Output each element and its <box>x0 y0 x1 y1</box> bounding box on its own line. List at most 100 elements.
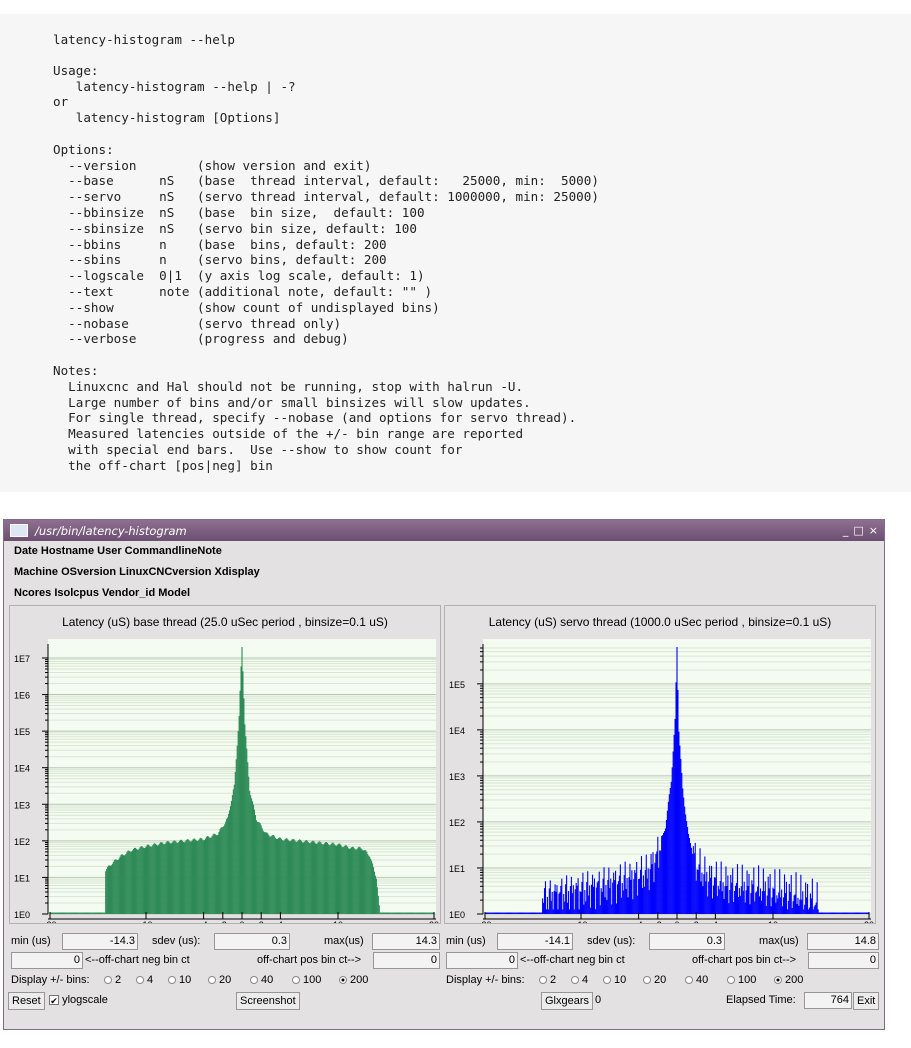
maximize-icon[interactable]: □ <box>853 524 863 537</box>
histogram-baseline <box>855 912 857 914</box>
histogram-baseline <box>66 912 68 914</box>
histogram-bar <box>698 864 700 914</box>
histogram-bar <box>610 878 612 914</box>
histogram-baseline <box>840 912 842 914</box>
histogram-bar <box>112 861 114 914</box>
histogram-bar <box>614 880 616 914</box>
bins-radio-2[interactable]: 2 <box>104 974 121 986</box>
histogram-baseline <box>386 912 388 914</box>
histogram-bar <box>577 878 579 914</box>
histogram-bar <box>281 840 283 914</box>
histogram-baseline <box>841 912 843 914</box>
histogram-bar <box>602 878 604 914</box>
servo-bins-label: Display +/- bins: <box>446 974 525 986</box>
histogram-bar <box>177 842 179 914</box>
close-icon[interactable]: × <box>869 524 878 537</box>
histogram-bar <box>282 840 284 914</box>
histogram-baseline <box>496 912 499 914</box>
histogram-bar <box>660 850 662 914</box>
histogram-bar <box>126 852 128 914</box>
histogram-bar <box>204 838 207 914</box>
bins-radio-100[interactable]: 100 <box>292 974 321 986</box>
minimize-icon[interactable]: _ <box>843 524 849 537</box>
help-line: --show (show count of undisplayed bins) <box>53 299 440 315</box>
bins-radio-200[interactable]: 200 <box>339 974 368 986</box>
bins-radio-2[interactable]: 2 <box>539 974 556 986</box>
histogram-bar <box>605 884 607 914</box>
histogram-bar <box>241 647 243 914</box>
histogram-bar <box>212 834 214 914</box>
histogram-bar <box>658 867 660 914</box>
histogram-bar <box>701 872 703 914</box>
histogram-bar <box>276 838 279 914</box>
histogram-bar <box>555 891 557 914</box>
radio-label: 20 <box>654 974 667 986</box>
radio-dot-icon <box>339 976 347 984</box>
histogram-baseline <box>64 912 66 914</box>
bins-radio-10[interactable]: 10 <box>168 974 191 986</box>
histogram-baseline <box>521 912 523 914</box>
base-pos-label: off-chart pos bin ct--> <box>257 954 362 966</box>
histogram-bar <box>371 860 373 914</box>
help-line: latency-histogram [Options] <box>53 110 281 126</box>
help-line: --version (show version and exit) <box>53 157 372 173</box>
histogram-bar <box>757 886 759 914</box>
histogram-bar <box>766 895 768 914</box>
histogram-baseline <box>382 912 384 914</box>
histogram-bar <box>638 879 640 914</box>
screenshot-button[interactable]: Screenshot <box>236 992 300 1010</box>
bins-radio-20[interactable]: 20 <box>643 974 666 986</box>
base-pos-ct: 0 <box>373 952 440 969</box>
bins-radio-20[interactable]: 20 <box>208 974 231 986</box>
glxgears-button[interactable]: Glxgears <box>541 992 594 1010</box>
histogram-baseline <box>495 912 497 914</box>
window-titlebar[interactable]: /usr/bin/latency-histogram _ □ × <box>4 520 884 541</box>
radio-dot-icon <box>685 976 693 984</box>
bins-radio-10[interactable]: 10 <box>603 974 626 986</box>
exit-button[interactable]: Exit <box>853 992 880 1010</box>
histogram-bar <box>173 840 175 914</box>
histogram-baseline <box>492 912 494 914</box>
elapsed-time-value: 764 <box>804 992 852 1009</box>
histogram-bar <box>771 897 773 914</box>
histogram-bar <box>158 843 160 914</box>
histogram-bar <box>132 848 135 914</box>
histogram-baseline <box>495 912 498 914</box>
bins-radio-40[interactable]: 40 <box>685 974 708 986</box>
help-command: latency-histogram --help <box>53 32 235 47</box>
histogram-bar <box>629 863 631 914</box>
histogram-bar <box>138 848 140 914</box>
histogram-baseline <box>498 912 500 914</box>
histogram-bar <box>552 909 554 914</box>
histogram-baseline <box>401 912 403 914</box>
histogram-bar <box>238 715 240 914</box>
y-tick-label: 1E1 <box>449 864 465 874</box>
bins-radio-40[interactable]: 40 <box>250 974 273 986</box>
radio-label: 10 <box>179 974 192 986</box>
y-tick-label: 1E7 <box>14 654 30 664</box>
ylogscale-checkbox-wrap[interactable]: ✔ ylogscale <box>49 994 108 1006</box>
histogram-bar <box>318 841 320 914</box>
bins-radio-200[interactable]: 200 <box>774 974 803 986</box>
histogram-bar <box>360 848 362 914</box>
histogram-bar <box>195 839 197 914</box>
histogram-bar <box>782 906 784 914</box>
bins-radio-4[interactable]: 4 <box>571 974 588 986</box>
bins-radio-100[interactable]: 100 <box>727 974 756 986</box>
histogram-baseline <box>98 912 100 914</box>
histogram-bar <box>554 884 556 914</box>
histogram-bar <box>597 880 599 914</box>
histogram-bar <box>659 850 661 914</box>
reset-button[interactable]: Reset <box>8 992 45 1010</box>
histogram-bar <box>795 872 797 914</box>
histogram-bar <box>283 840 285 914</box>
bins-radio-4[interactable]: 4 <box>136 974 153 986</box>
histogram-bar <box>301 842 304 914</box>
ylogscale-checkbox[interactable]: ✔ <box>49 995 59 1006</box>
histogram-baseline <box>58 912 60 914</box>
histogram-baseline <box>507 912 509 914</box>
histogram-baseline <box>859 912 861 914</box>
histogram-bar <box>364 850 366 914</box>
histogram-bar <box>750 893 752 914</box>
histogram-bar <box>649 869 651 914</box>
